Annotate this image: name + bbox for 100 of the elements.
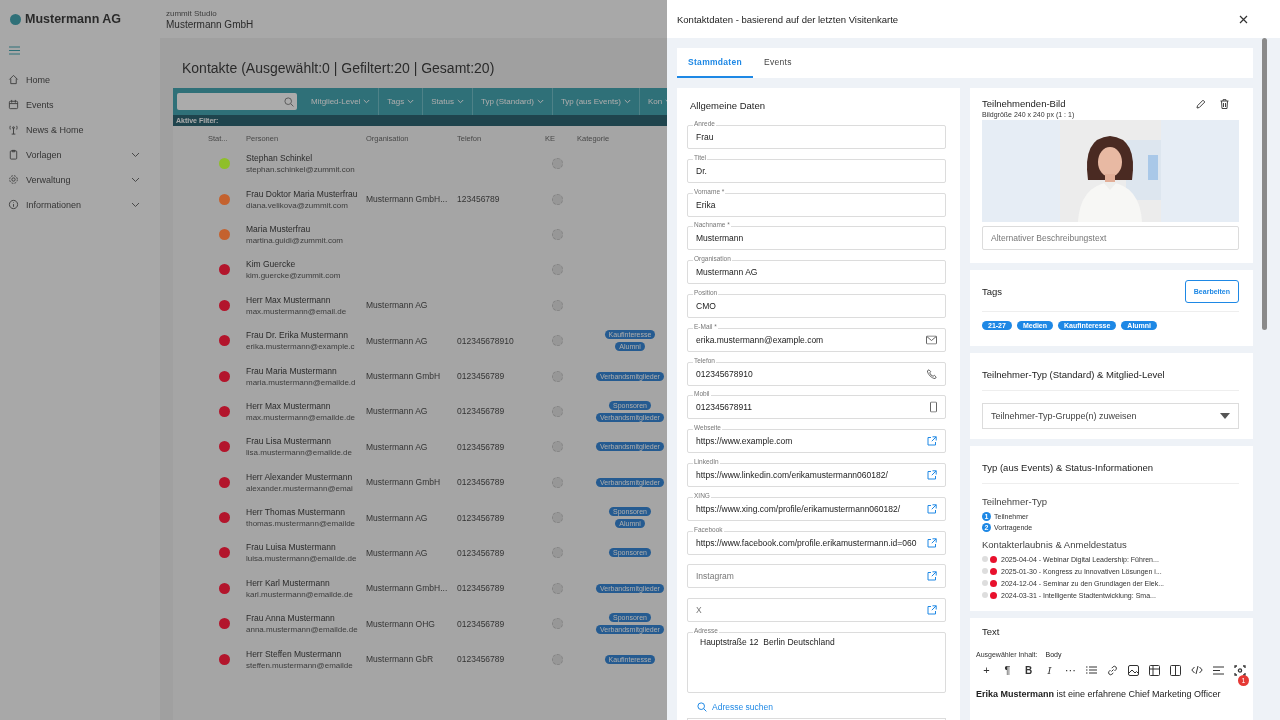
info-icon bbox=[8, 199, 19, 210]
input-field[interactable]: CMO bbox=[687, 294, 946, 318]
chevron-icon bbox=[363, 99, 371, 104]
person-name: Frau Lisa Mustermann bbox=[246, 436, 333, 447]
section-title: Teilnehmer-Typ (Standard) & Mitglied-Level bbox=[982, 363, 1239, 391]
external-link-icon[interactable] bbox=[927, 605, 937, 616]
external-link-icon[interactable] bbox=[927, 469, 937, 480]
input-field[interactable]: Alternativer Beschreibungstext bbox=[982, 226, 1239, 250]
expand-icon[interactable] bbox=[1234, 664, 1246, 676]
person-name: Frau Dr. Erika Mustermann bbox=[246, 330, 350, 341]
external-link-icon[interactable] bbox=[927, 571, 937, 582]
calendar-icon bbox=[8, 99, 19, 110]
modal-overlay[interactable] bbox=[0, 0, 667, 720]
external-link-icon[interactable] bbox=[927, 537, 937, 548]
table-cell: 123456789 bbox=[457, 194, 500, 205]
tab[interactable]: Stammdaten bbox=[677, 48, 753, 78]
table-cell: Mustermann GbR bbox=[366, 654, 434, 665]
person-name: Frau Doktor Maria Musterfrau bbox=[246, 188, 359, 199]
circle-icon bbox=[552, 370, 563, 382]
section-title: Typ (aus Events) & Status-Informationen bbox=[982, 456, 1239, 484]
chevron-icon bbox=[407, 99, 415, 104]
person-name: Herr Max Mustermann bbox=[246, 294, 332, 305]
circle-icon bbox=[552, 476, 563, 488]
person-email: steffen.mustermann@emailde bbox=[246, 660, 354, 670]
subheading: Teilnehmer-Typ bbox=[982, 496, 1048, 507]
editor-text[interactable]: Erika Mustermann ist eine erfahrene Chief Marketing Officer bbox=[976, 689, 1221, 699]
person-email: alexander.mustermann@emai bbox=[246, 483, 354, 493]
table-cell: 0123456789 bbox=[457, 583, 505, 594]
nav-item[interactable]: Vorlagen bbox=[0, 142, 160, 167]
circle-icon bbox=[552, 653, 563, 665]
nav-item[interactable]: Events bbox=[0, 92, 160, 117]
address-search-link[interactable]: Adresse suchen bbox=[687, 701, 946, 712]
table-cell: Mustermann AG bbox=[366, 548, 428, 558]
person-name: Kim Guercke bbox=[246, 259, 297, 270]
input-field[interactable]: https://www.example.com bbox=[687, 429, 946, 454]
person-email: diana.velikova@zummit.com bbox=[246, 200, 349, 210]
person-email: max.mustermann@email.de bbox=[246, 306, 348, 316]
input-field[interactable]: X bbox=[687, 598, 946, 623]
antenna-icon bbox=[8, 124, 19, 135]
person-email: max.mustermann@emailde.de bbox=[246, 412, 357, 422]
person-email: maria.mustermann@emailde.d bbox=[246, 377, 357, 387]
person-email: stephan.schinkel@zummit.con bbox=[246, 165, 356, 175]
organization-name: Mustermann GmbH bbox=[166, 18, 254, 30]
circle-icon bbox=[552, 193, 563, 205]
circle-icon bbox=[552, 228, 563, 240]
select-field[interactable]: Teilnehmer-Typ-Gruppe(n) zuweisen bbox=[982, 403, 1239, 429]
circle-icon bbox=[552, 618, 563, 630]
permission-dot bbox=[982, 568, 988, 574]
person-name: Frau Anna Mustermann bbox=[246, 613, 336, 624]
pencil-icon[interactable] bbox=[1196, 98, 1206, 109]
list-icon[interactable] bbox=[1086, 665, 1097, 675]
link-icon[interactable] bbox=[1107, 664, 1118, 676]
nav-item[interactable]: Informationen bbox=[0, 192, 160, 217]
circle-icon bbox=[552, 335, 563, 347]
table-cell: 0123456789 bbox=[457, 441, 505, 452]
table-cell: 0123456789 bbox=[457, 371, 505, 382]
permission-dot bbox=[982, 580, 988, 586]
table-cell: Mustermann GmbH bbox=[366, 371, 441, 382]
search-icon bbox=[697, 701, 707, 712]
brand-name: Mustermann AG bbox=[25, 12, 122, 26]
person-email: martina.guidi@zummit.com bbox=[246, 235, 345, 245]
section-title: Teilnehmenden-Bild bbox=[982, 98, 1066, 109]
menu-icon[interactable] bbox=[9, 46, 20, 55]
drawer-title: Kontaktdaten - basierend auf der letzten Visitenkarte bbox=[677, 13, 899, 25]
table-cell: 0123456789 bbox=[457, 512, 505, 523]
input-field[interactable]: Frau bbox=[687, 125, 946, 149]
table-cell: 012345678910 bbox=[457, 335, 514, 346]
nav-item[interactable]: News & Home bbox=[0, 117, 160, 142]
tab[interactable]: Events bbox=[753, 48, 803, 78]
search-field[interactable] bbox=[177, 93, 297, 110]
mail-icon bbox=[926, 335, 937, 345]
align-icon[interactable] bbox=[1213, 665, 1224, 675]
chevron-icon bbox=[536, 99, 544, 104]
table-icon[interactable] bbox=[1149, 664, 1160, 676]
section-title: Text bbox=[981, 626, 1001, 637]
input-field[interactable]: Mustermann bbox=[687, 226, 946, 251]
table-cell: 0123456789 bbox=[457, 477, 505, 488]
person-name: Herr Karl Mustermann bbox=[246, 577, 331, 588]
table-cell: 0123456789 bbox=[457, 618, 505, 629]
input-field[interactable]: 012345678911 bbox=[687, 395, 946, 420]
nav-item[interactable]: Verwaltung bbox=[0, 167, 160, 192]
dropdown-arrow-icon bbox=[1220, 413, 1230, 419]
permission-dot bbox=[982, 556, 988, 562]
columns-icon[interactable] bbox=[1170, 664, 1181, 676]
person-name: Herr Thomas Mustermann bbox=[246, 507, 347, 518]
trash-icon[interactable] bbox=[1220, 98, 1229, 109]
external-link-icon[interactable] bbox=[927, 503, 937, 514]
table-cell: Mustermann AG bbox=[366, 335, 428, 346]
external-link-icon[interactable] bbox=[927, 436, 937, 447]
clipboard-icon bbox=[8, 149, 19, 160]
logo-icon bbox=[10, 13, 21, 25]
scrollbar[interactable] bbox=[1262, 38, 1267, 330]
circle-icon bbox=[552, 405, 563, 417]
person-email: lisa.mustermann@emailde.de bbox=[246, 448, 353, 458]
nav-item[interactable]: Home bbox=[0, 67, 160, 92]
person-name: Herr Max Mustermann bbox=[246, 400, 332, 411]
code-icon[interactable] bbox=[1191, 665, 1203, 675]
input-field[interactable]: Instagram bbox=[687, 564, 946, 589]
home-icon bbox=[8, 74, 19, 85]
image-icon[interactable] bbox=[1128, 664, 1139, 676]
